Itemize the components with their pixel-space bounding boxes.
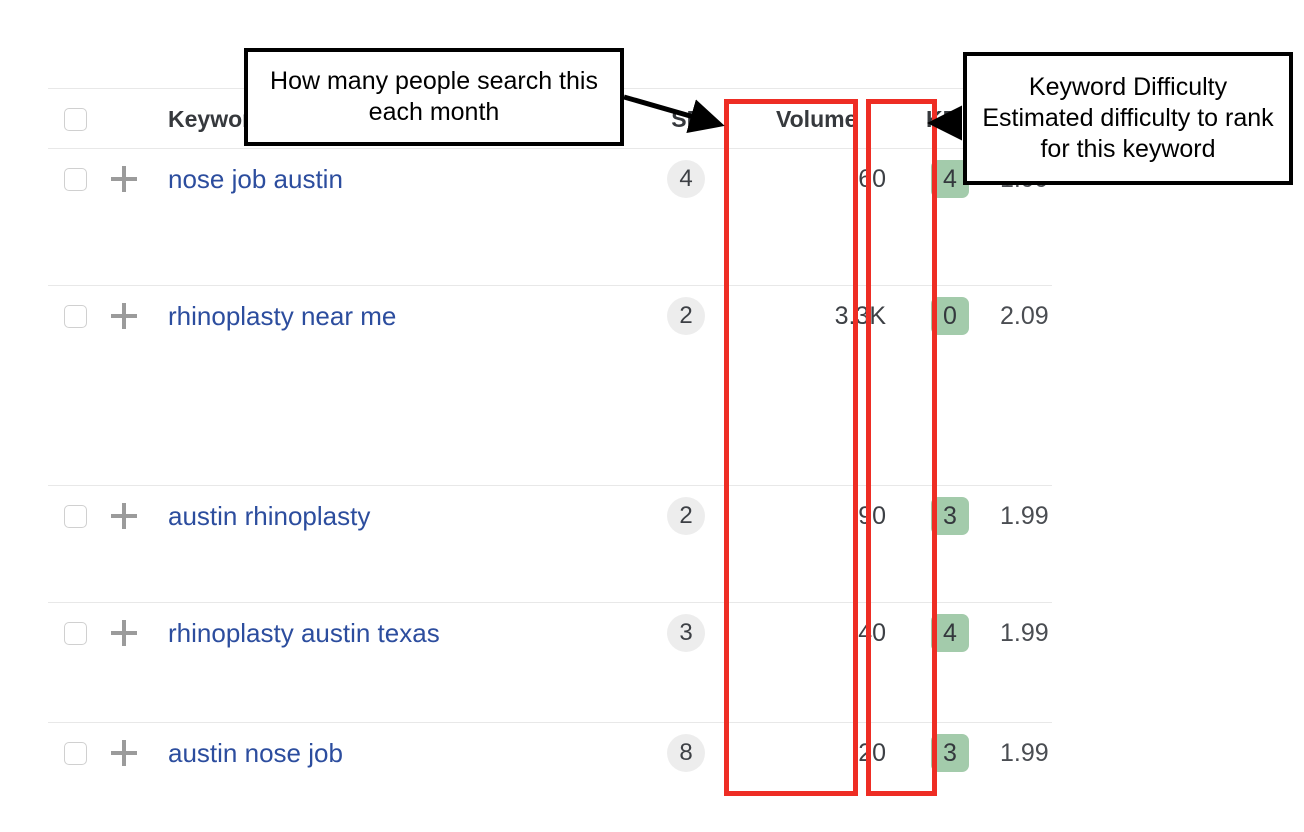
row-checkbox[interactable]	[64, 741, 87, 765]
cpc-value: 1.99	[1000, 618, 1049, 647]
volume-value: 60	[858, 164, 886, 193]
kd-cell: 0	[914, 286, 986, 346]
cpc-value: 1.99	[1000, 501, 1049, 530]
row-checkbox[interactable]	[64, 304, 87, 328]
column-header-sf[interactable]: SF	[638, 89, 734, 149]
plus-icon	[111, 503, 137, 529]
keyword-link[interactable]: austin rhinoplasty	[168, 501, 370, 532]
row-checkbox-cell[interactable]	[64, 723, 87, 783]
sf-cell: 4	[638, 149, 734, 209]
sf-cell: 2	[638, 486, 734, 546]
add-keyword-button[interactable]	[111, 286, 137, 346]
keyword-cell[interactable]: rhinoplasty near me	[168, 286, 396, 346]
row-checkbox[interactable]	[64, 621, 87, 645]
kd-badge: 3	[931, 734, 969, 772]
sf-badge: 2	[667, 297, 705, 335]
sf-cell: 3	[638, 603, 734, 663]
cpc-cell: 1.99	[1000, 486, 1110, 546]
table-row[interactable]: rhinoplasty austin texas 3 40 4 1.99	[48, 602, 1052, 722]
sf-cell: 8	[638, 723, 734, 783]
add-keyword-button[interactable]	[111, 486, 137, 546]
kd-badge: 3	[931, 497, 969, 535]
volume-value: 40	[858, 618, 886, 647]
cpc-value: 1.99	[1000, 738, 1049, 767]
keyword-cell[interactable]: austin nose job	[168, 723, 343, 783]
row-checkbox[interactable]	[64, 167, 87, 191]
add-keyword-button[interactable]	[111, 723, 137, 783]
column-header-volume[interactable]: Volume	[728, 89, 904, 149]
volume-cell: 20	[728, 723, 904, 783]
plus-icon	[111, 303, 137, 329]
volume-value: 3.3K	[834, 301, 886, 330]
sf-badge: 4	[667, 160, 705, 198]
keyword-cell[interactable]: nose job austin	[168, 149, 343, 209]
row-checkbox-cell[interactable]	[64, 486, 87, 546]
volume-cell: 60	[728, 149, 904, 209]
kd-callout-text: Keyword Difficulty Estimated difficulty …	[982, 72, 1274, 164]
row-checkbox-cell[interactable]	[64, 149, 87, 209]
sf-badge: 8	[667, 734, 705, 772]
row-checkbox[interactable]	[64, 504, 87, 528]
keyword-link[interactable]: rhinoplasty austin texas	[168, 618, 440, 649]
table-row[interactable]: nose job austin 4 60 4 1.99	[48, 148, 1052, 245]
cpc-cell: 2.09	[1000, 286, 1110, 346]
cpc-cell: 1.99	[1000, 603, 1110, 663]
keyword-cell[interactable]: rhinoplasty austin texas	[168, 603, 440, 663]
keyword-link[interactable]: austin nose job	[168, 738, 343, 769]
kd-cell: 3	[914, 486, 986, 546]
sf-cell: 2	[638, 286, 734, 346]
keyword-cell[interactable]: austin rhinoplasty	[168, 486, 370, 546]
row-checkbox-cell[interactable]	[64, 286, 87, 346]
keyword-link[interactable]: rhinoplasty near me	[168, 301, 396, 332]
volume-cell: 3.3K	[728, 286, 904, 346]
sf-badge: 3	[667, 614, 705, 652]
kd-cell: 3	[914, 723, 986, 783]
table-row[interactable]: austin nose job 8 20 3 1.99	[48, 722, 1052, 832]
volume-value: 90	[858, 501, 886, 530]
sf-badge: 2	[667, 497, 705, 535]
volume-cell: 40	[728, 603, 904, 663]
cpc-cell: 1.99	[1000, 723, 1110, 783]
table-row[interactable]: rhinoplasty near me 2 3.3K 0 2.09	[48, 285, 1052, 485]
plus-icon	[111, 620, 137, 646]
volume-cell: 90	[728, 486, 904, 546]
keyword-explorer-table-screenshot: Keyword SF Volume KD nose job austin 4 6…	[0, 0, 1304, 822]
kd-callout-box: Keyword Difficulty Estimated difficulty …	[963, 52, 1293, 185]
volume-callout-box: How many people search this each month	[244, 48, 624, 146]
add-keyword-button[interactable]	[111, 149, 137, 209]
kd-badge: 4	[931, 614, 969, 652]
select-all-checkbox-cell[interactable]	[64, 89, 87, 149]
add-keyword-button[interactable]	[111, 603, 137, 663]
row-checkbox-cell[interactable]	[64, 603, 87, 663]
keyword-link[interactable]: nose job austin	[168, 164, 343, 195]
select-all-checkbox[interactable]	[64, 107, 87, 131]
volume-callout-text: How many people search this each month	[270, 66, 598, 126]
volume-value: 20	[858, 738, 886, 767]
plus-icon	[111, 166, 137, 192]
kd-cell: 4	[914, 603, 986, 663]
cpc-value: 2.09	[1000, 301, 1049, 330]
table-row[interactable]: austin rhinoplasty 2 90 3 1.99	[48, 485, 1052, 602]
kd-badge: 0	[931, 297, 969, 335]
plus-icon	[111, 740, 137, 766]
